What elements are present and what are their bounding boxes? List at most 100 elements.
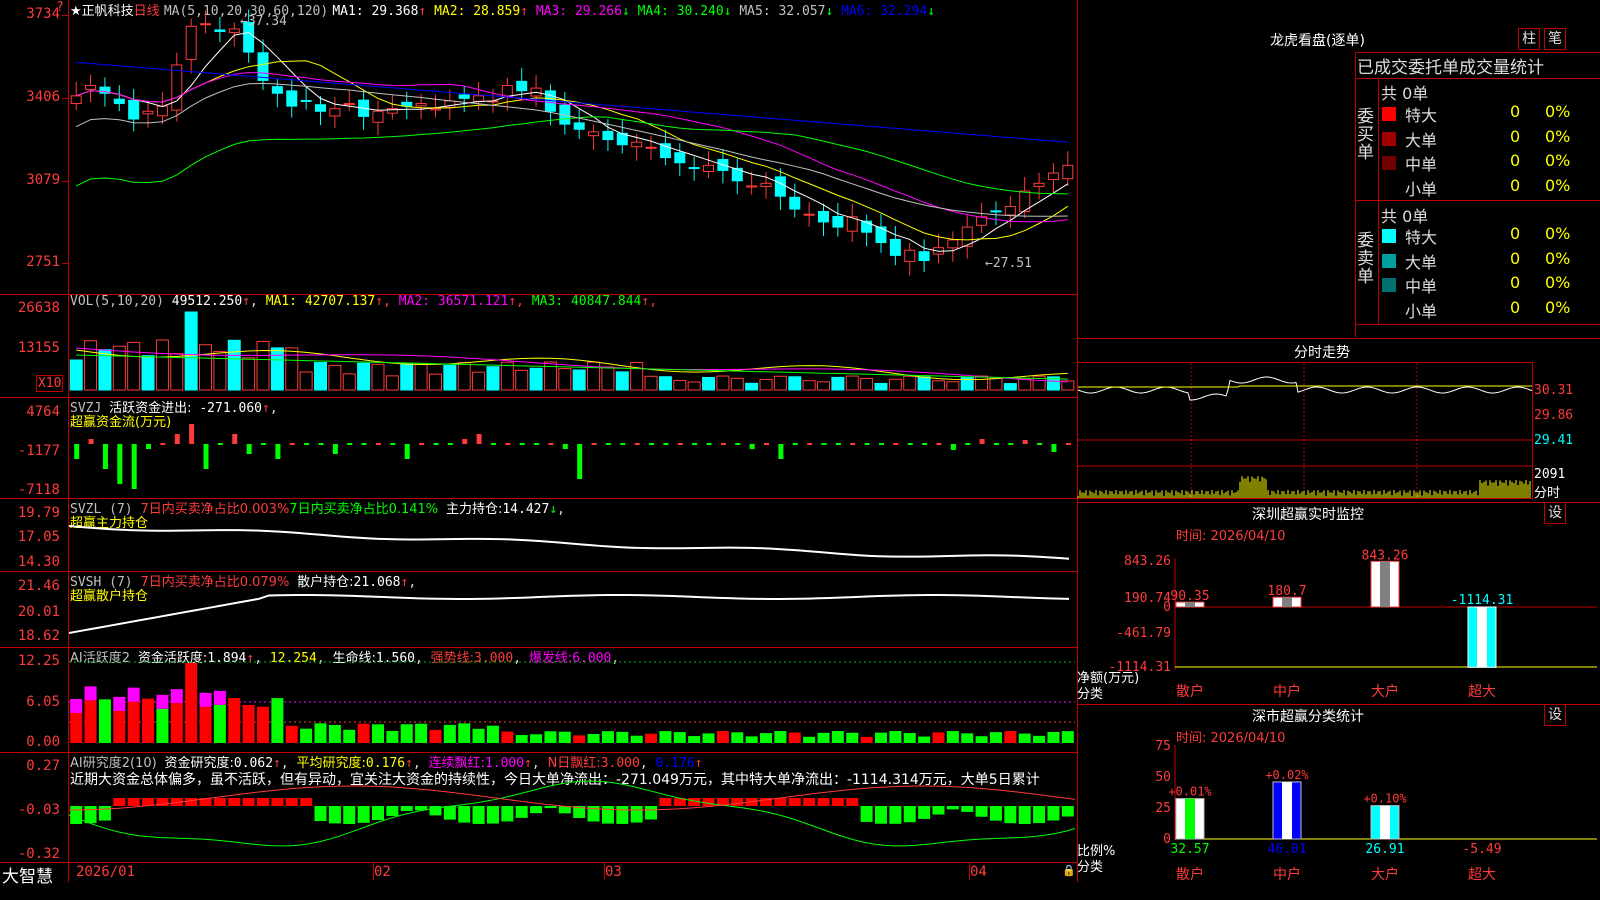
svzj-y-label: -7118 xyxy=(17,482,60,498)
volume-bar xyxy=(69,359,83,391)
volume-bar xyxy=(1003,383,1017,391)
sell-orders-label: 委卖单 xyxy=(1357,231,1374,287)
sz-stats-chart[interactable]: 7550250+0.01%32.57散户+0.02%46.01中户+0.10%2… xyxy=(1077,739,1600,900)
flow-bar xyxy=(807,443,813,445)
order-row-label: 大单 xyxy=(1405,252,1438,272)
sz-stats-category-label: 散户 xyxy=(1176,866,1204,883)
volume-bar xyxy=(601,366,615,391)
activity-bar xyxy=(731,732,744,743)
volume-bar xyxy=(199,344,213,391)
activity-bar xyxy=(616,731,629,743)
activity-bar xyxy=(788,732,801,743)
vol-y-label: 26638 xyxy=(17,300,60,316)
volume-bar xyxy=(443,364,457,391)
volume-bar xyxy=(874,382,888,391)
sz-monitor-settings-button[interactable]: 设 xyxy=(1544,502,1566,524)
research-bar xyxy=(228,798,241,806)
vol-unit-badge[interactable]: X10 xyxy=(36,375,64,392)
candle-body xyxy=(1004,205,1016,216)
research-bar xyxy=(946,806,959,810)
research-bar xyxy=(328,806,341,824)
volume-chart[interactable] xyxy=(69,310,1075,391)
order-tabs: 已成交委托单成交量统计 xyxy=(1357,53,1544,78)
brand-logo[interactable]: 大智慧 xyxy=(2,862,53,887)
candle-body xyxy=(904,249,916,262)
volume-bar xyxy=(428,373,442,391)
volume-bar xyxy=(687,381,701,391)
volume-bar xyxy=(845,375,859,391)
volume-bar xyxy=(457,362,471,391)
intraday-title: 分时走势 xyxy=(1294,345,1350,361)
activity-bar xyxy=(84,700,97,743)
activity-bar-top xyxy=(127,687,140,702)
activity-bar xyxy=(745,736,758,743)
tab-orders[interactable]: 委托单 xyxy=(1408,58,1459,78)
flow-bar xyxy=(332,444,338,454)
research-bar xyxy=(113,798,126,806)
order-row-label: 大单 xyxy=(1405,130,1438,150)
flow-bar xyxy=(936,443,942,445)
svzl-y-label: 14.30 xyxy=(17,554,60,570)
svzl-y-label: 17.05 xyxy=(17,529,60,545)
sz-stats-axis-cat: 分类 xyxy=(1077,860,1104,875)
activity-bar xyxy=(142,698,155,743)
intraday-chart[interactable] xyxy=(1077,363,1533,498)
research-bar xyxy=(1004,806,1017,824)
sz-monitor-axis-cat: 分类 xyxy=(1077,687,1104,702)
tab-filled[interactable]: 已成交 xyxy=(1357,58,1408,78)
sz-monitor-chart[interactable]: 843.26190.740-461.79-1114.3190.35散户180.7… xyxy=(1077,540,1600,705)
flow-bar xyxy=(1037,443,1043,445)
research-bar xyxy=(501,806,514,822)
intraday-y-label: 30.31 xyxy=(1534,383,1574,398)
tick-mode-button[interactable]: 笔 xyxy=(1544,28,1566,50)
research-bar xyxy=(975,806,988,817)
flow-bar xyxy=(821,443,827,445)
activity-bar xyxy=(558,731,571,743)
sz-stats-settings-button[interactable]: 设 xyxy=(1544,704,1566,726)
candle-body xyxy=(516,80,528,92)
candle-body xyxy=(774,176,786,197)
price-y-label: 2751 xyxy=(26,254,60,270)
high-mark: ←37.34 xyxy=(240,14,287,29)
activity-bar xyxy=(889,731,902,743)
candle-body xyxy=(214,29,226,32)
volume-bar xyxy=(256,340,270,391)
lock-icon[interactable]: 🔒 xyxy=(1062,864,1076,877)
svzl-chart[interactable] xyxy=(68,500,1075,570)
ai-active-chart[interactable] xyxy=(69,650,1075,750)
candle-body xyxy=(703,164,715,173)
bar-mode-button[interactable]: 柱 xyxy=(1518,28,1540,50)
candle-body xyxy=(200,23,212,26)
vol-ma-legend-1: MA1: 42707.137↑, xyxy=(265,294,391,309)
volume-header: VOL(5,10,20) 49512.250↑, MA1: 42707.137↑… xyxy=(70,294,658,309)
research-bar xyxy=(860,806,873,822)
order-row-label: 中单 xyxy=(1405,277,1438,296)
research-bar xyxy=(314,806,327,822)
flow-bar xyxy=(519,443,525,445)
research-bar xyxy=(458,806,471,823)
svzj-chart[interactable] xyxy=(69,400,1075,496)
research-bar xyxy=(601,806,614,824)
order-row-label: 特大 xyxy=(1405,106,1438,125)
order-row-count: 0 xyxy=(1510,248,1521,268)
volume-bar xyxy=(314,362,327,391)
activity-bar xyxy=(314,723,327,743)
ma-line-6 xyxy=(76,61,1068,143)
sz-stats-category-label: 大户 xyxy=(1371,866,1399,883)
flow-bar xyxy=(605,443,611,445)
activity-bar xyxy=(673,732,686,743)
vol-ma-legend-2: MA2: 36571.121↑, xyxy=(390,294,524,309)
flow-bar xyxy=(792,443,798,445)
ai-research-chart[interactable] xyxy=(68,770,1076,862)
flow-bar xyxy=(864,443,870,445)
legend-swatch xyxy=(1382,107,1396,121)
tab-volume-stats[interactable]: 成交量统计 xyxy=(1459,58,1544,78)
research-bar xyxy=(874,806,887,824)
svsh-chart[interactable] xyxy=(68,573,1075,646)
legend-swatch xyxy=(1382,131,1396,146)
ma-line-1 xyxy=(76,31,1069,252)
dragon-tiger-title: 龙虎看盘(逐单) xyxy=(1270,33,1365,49)
price-chart[interactable] xyxy=(69,9,1075,292)
candle-body xyxy=(688,167,700,170)
flow-bar xyxy=(692,443,698,445)
